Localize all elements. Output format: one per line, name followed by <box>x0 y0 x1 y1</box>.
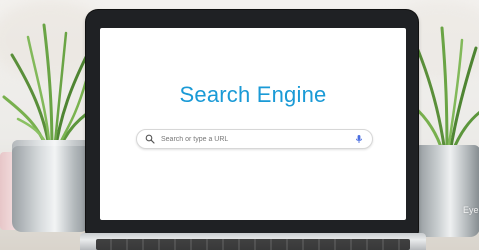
page-title: Search Engine <box>179 82 327 107</box>
right-plant-image <box>410 26 479 155</box>
left-plant-image <box>2 23 100 155</box>
right-metal-pot <box>414 145 479 237</box>
laptop-keyboard <box>96 239 410 250</box>
photo-scene: Search Engine Eye <box>0 0 479 250</box>
microphone-icon[interactable] <box>354 134 364 144</box>
watermark: Eye <box>463 205 479 215</box>
left-metal-pot <box>12 140 90 232</box>
search-bar[interactable] <box>136 129 373 149</box>
search-input[interactable] <box>161 130 354 148</box>
laptop-screen <box>100 28 406 220</box>
search-icon <box>145 134 155 144</box>
